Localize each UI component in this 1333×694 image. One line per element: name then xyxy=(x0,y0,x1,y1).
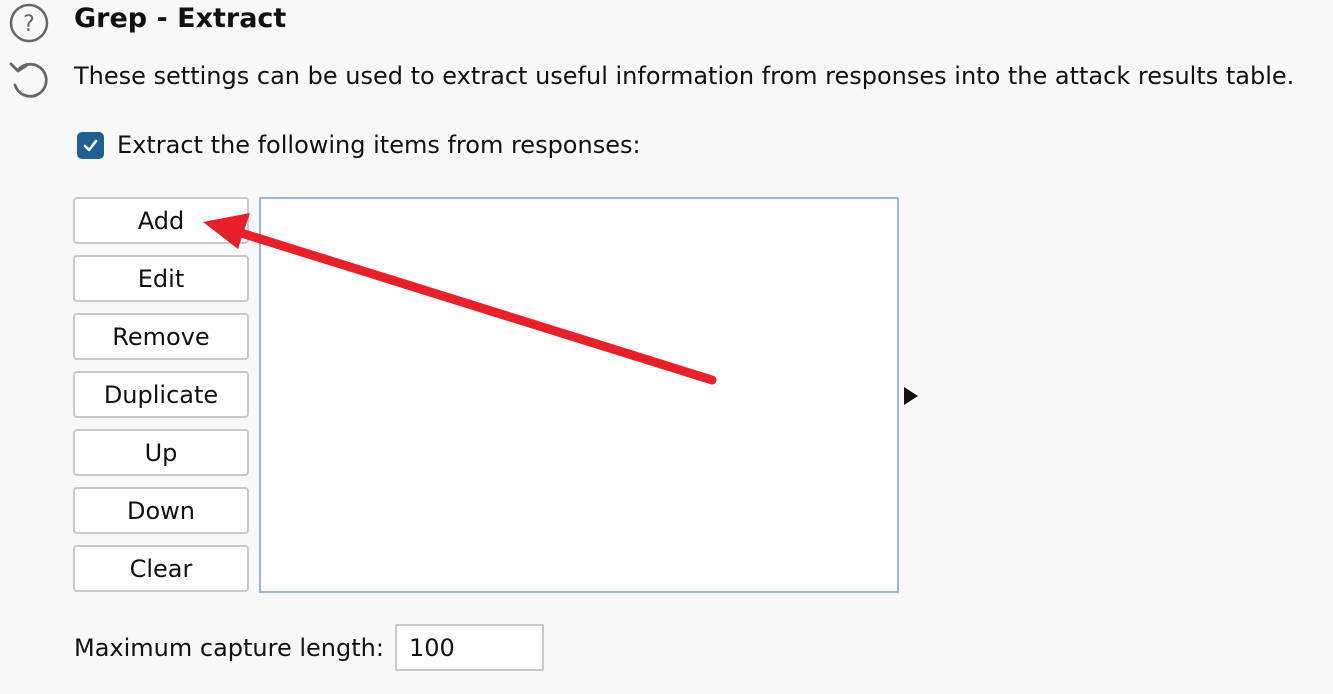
up-button[interactable]: Up xyxy=(73,429,249,476)
max-capture-length-input[interactable] xyxy=(394,624,544,671)
edit-button[interactable]: Edit xyxy=(73,255,249,302)
remove-button[interactable]: Remove xyxy=(73,313,249,360)
resize-handle-icon[interactable] xyxy=(902,386,920,406)
max-capture-length-label: Maximum capture length: xyxy=(74,633,384,662)
list-action-buttons: Add Edit Remove Duplicate Up Down Clear xyxy=(73,197,249,603)
add-button[interactable]: Add xyxy=(73,197,249,244)
help-icon[interactable]: ? xyxy=(8,2,50,44)
extract-items-list[interactable] xyxy=(259,197,899,593)
checkmark-icon xyxy=(83,139,98,151)
page-description: These settings can be used to extract us… xyxy=(74,62,1295,90)
extract-option-row[interactable]: Extract the following items from respons… xyxy=(77,128,641,162)
extract-checkbox-label: Extract the following items from respons… xyxy=(117,131,641,159)
clear-button[interactable]: Clear xyxy=(73,545,249,592)
duplicate-button[interactable]: Duplicate xyxy=(73,371,249,418)
grep-extract-panel: ? Grep - Extract These settings can be u… xyxy=(0,0,1333,694)
extract-checkbox[interactable] xyxy=(77,131,104,159)
reset-icon[interactable] xyxy=(6,56,52,102)
page-title: Grep - Extract xyxy=(74,3,287,34)
max-capture-length-row: Maximum capture length: xyxy=(74,624,544,671)
svg-text:?: ? xyxy=(23,12,35,37)
down-button[interactable]: Down xyxy=(73,487,249,534)
